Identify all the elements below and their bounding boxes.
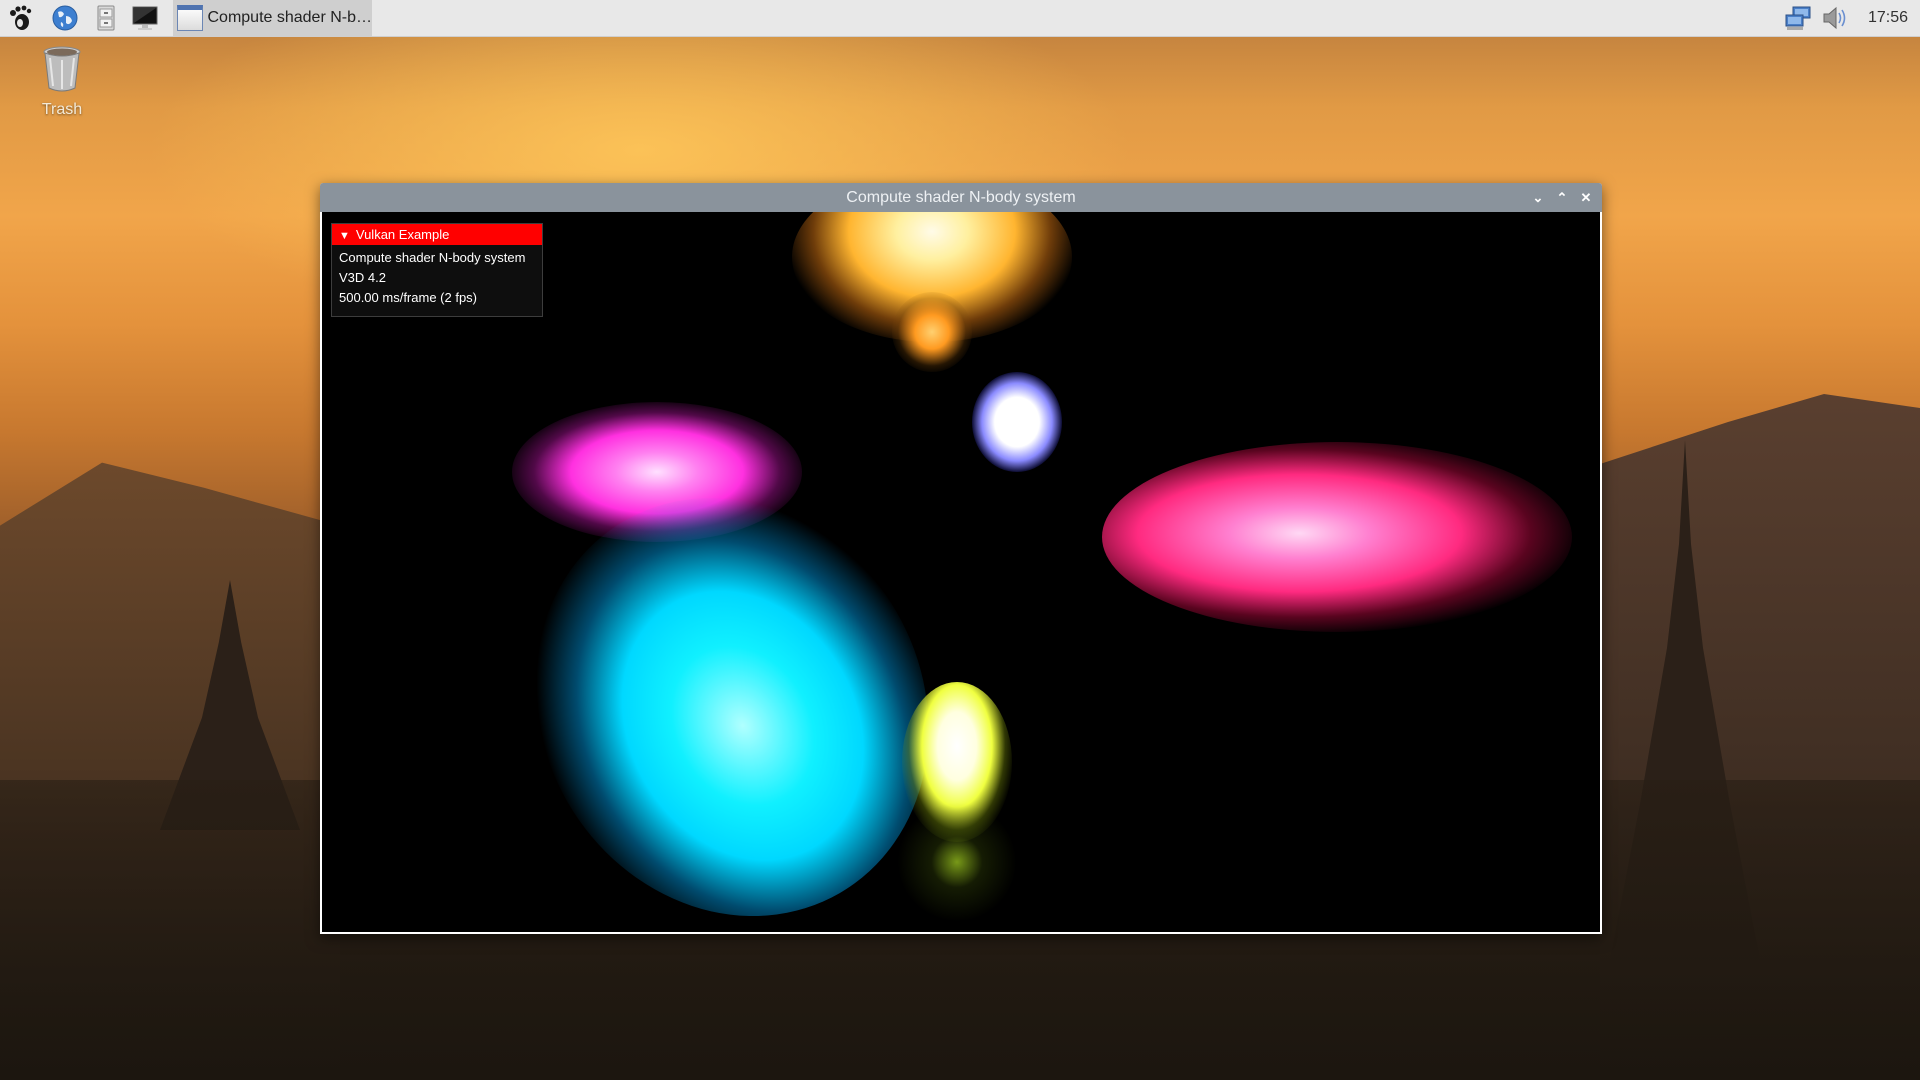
overlay-line-gpu: V3D 4.2 bbox=[339, 270, 386, 285]
trash-icon bbox=[43, 46, 81, 92]
system-tray bbox=[1784, 0, 1850, 36]
taskbar-window-button[interactable]: Compute shader N-b… bbox=[173, 0, 372, 36]
speaker-icon[interactable] bbox=[1820, 4, 1850, 32]
minimize-button[interactable]: ⌄ bbox=[1529, 189, 1547, 207]
collapse-triangle-icon: ▼ bbox=[339, 230, 350, 242]
menu-button[interactable] bbox=[6, 3, 36, 33]
taskbar: Compute shader N-b… 17:56 bbox=[0, 0, 1920, 37]
filing-cabinet-icon bbox=[97, 5, 115, 31]
overlay-line-app-name: Compute shader N-body system bbox=[339, 250, 526, 265]
chevron-up-icon: ⌃ bbox=[1556, 190, 1568, 205]
taskbar-window-label: Compute shader N-b… bbox=[207, 9, 372, 26]
yellow-cluster-glow bbox=[897, 802, 1017, 922]
window-icon bbox=[177, 5, 204, 31]
close-button[interactable]: ✕ bbox=[1577, 189, 1595, 207]
web-browser-button[interactable] bbox=[50, 3, 80, 33]
clock[interactable]: 17:56 bbox=[1868, 0, 1908, 36]
maximize-button[interactable]: ⌃ bbox=[1553, 189, 1571, 207]
app-window: Compute shader N-body system ⌄ ⌃ ✕ ▼ Vulk… bbox=[320, 183, 1602, 934]
terminal-button[interactable] bbox=[130, 3, 160, 33]
close-icon: ✕ bbox=[1580, 190, 1592, 205]
desktop-icon-trash[interactable]: Trash bbox=[30, 44, 94, 119]
monitor-icon bbox=[132, 6, 158, 30]
overlay-header-label: Vulkan Example bbox=[355, 227, 450, 242]
window-title: Compute shader N-body system bbox=[846, 189, 1076, 206]
chevron-down-icon: ⌄ bbox=[1532, 190, 1544, 205]
overlay-line-frametime: 500.00 ms/frame (2 fps) bbox=[339, 290, 477, 305]
orange-cluster-tail bbox=[892, 292, 972, 372]
network-icon[interactable] bbox=[1784, 4, 1814, 32]
overlay-panel: ▼ Vulkan Example Compute shader N-body sy… bbox=[331, 223, 543, 317]
desktop-icon-label: Trash bbox=[41, 101, 83, 118]
file-manager-button[interactable] bbox=[91, 3, 121, 33]
window-titlebar[interactable]: Compute shader N-body system ⌄ ⌃ ✕ bbox=[320, 183, 1602, 212]
pink-red-cluster bbox=[1102, 442, 1572, 632]
gnome-foot-icon bbox=[10, 5, 32, 30]
render-canvas[interactable]: ▼ Vulkan Example Compute shader N-body sy… bbox=[322, 212, 1600, 932]
blue-white-cluster bbox=[972, 372, 1062, 472]
overlay-header[interactable]: ▼ Vulkan Example bbox=[332, 224, 542, 245]
globe-icon bbox=[52, 5, 78, 31]
